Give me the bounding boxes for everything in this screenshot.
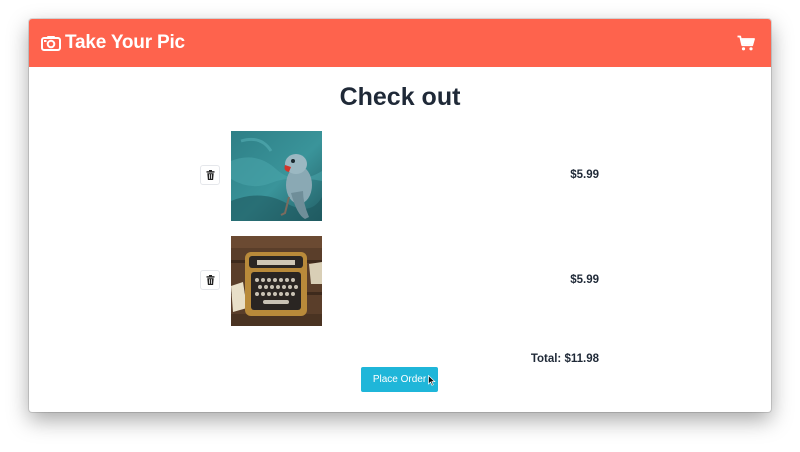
mouse-pointer-icon	[428, 375, 436, 386]
cart-item: $5.99	[29, 130, 771, 222]
brand-title: Take Your Pic	[65, 32, 185, 53]
order-total: Total: $11.98	[530, 353, 599, 365]
item-price: $5.99	[570, 274, 599, 286]
typewriter-photo	[231, 236, 322, 326]
cart-item: $5.99	[29, 235, 771, 327]
brand-home-link[interactable]: Take Your Pic	[41, 31, 185, 55]
remove-item-button[interactable]	[200, 270, 220, 290]
place-order-button[interactable]: Place Order	[361, 367, 438, 392]
remove-item-button[interactable]	[200, 165, 220, 185]
parrot-photo	[231, 131, 322, 221]
header-bar: Take Your Pic	[29, 19, 771, 67]
trash-icon	[206, 170, 214, 180]
camera-icon	[41, 36, 61, 51]
page-title: Check out	[339, 83, 461, 111]
app-window: Take Your Pic Check out $5.99 $5.99 Tota…	[29, 19, 771, 412]
trash-icon	[206, 275, 214, 285]
cart-icon[interactable]	[737, 35, 755, 51]
item-price: $5.99	[570, 169, 599, 181]
